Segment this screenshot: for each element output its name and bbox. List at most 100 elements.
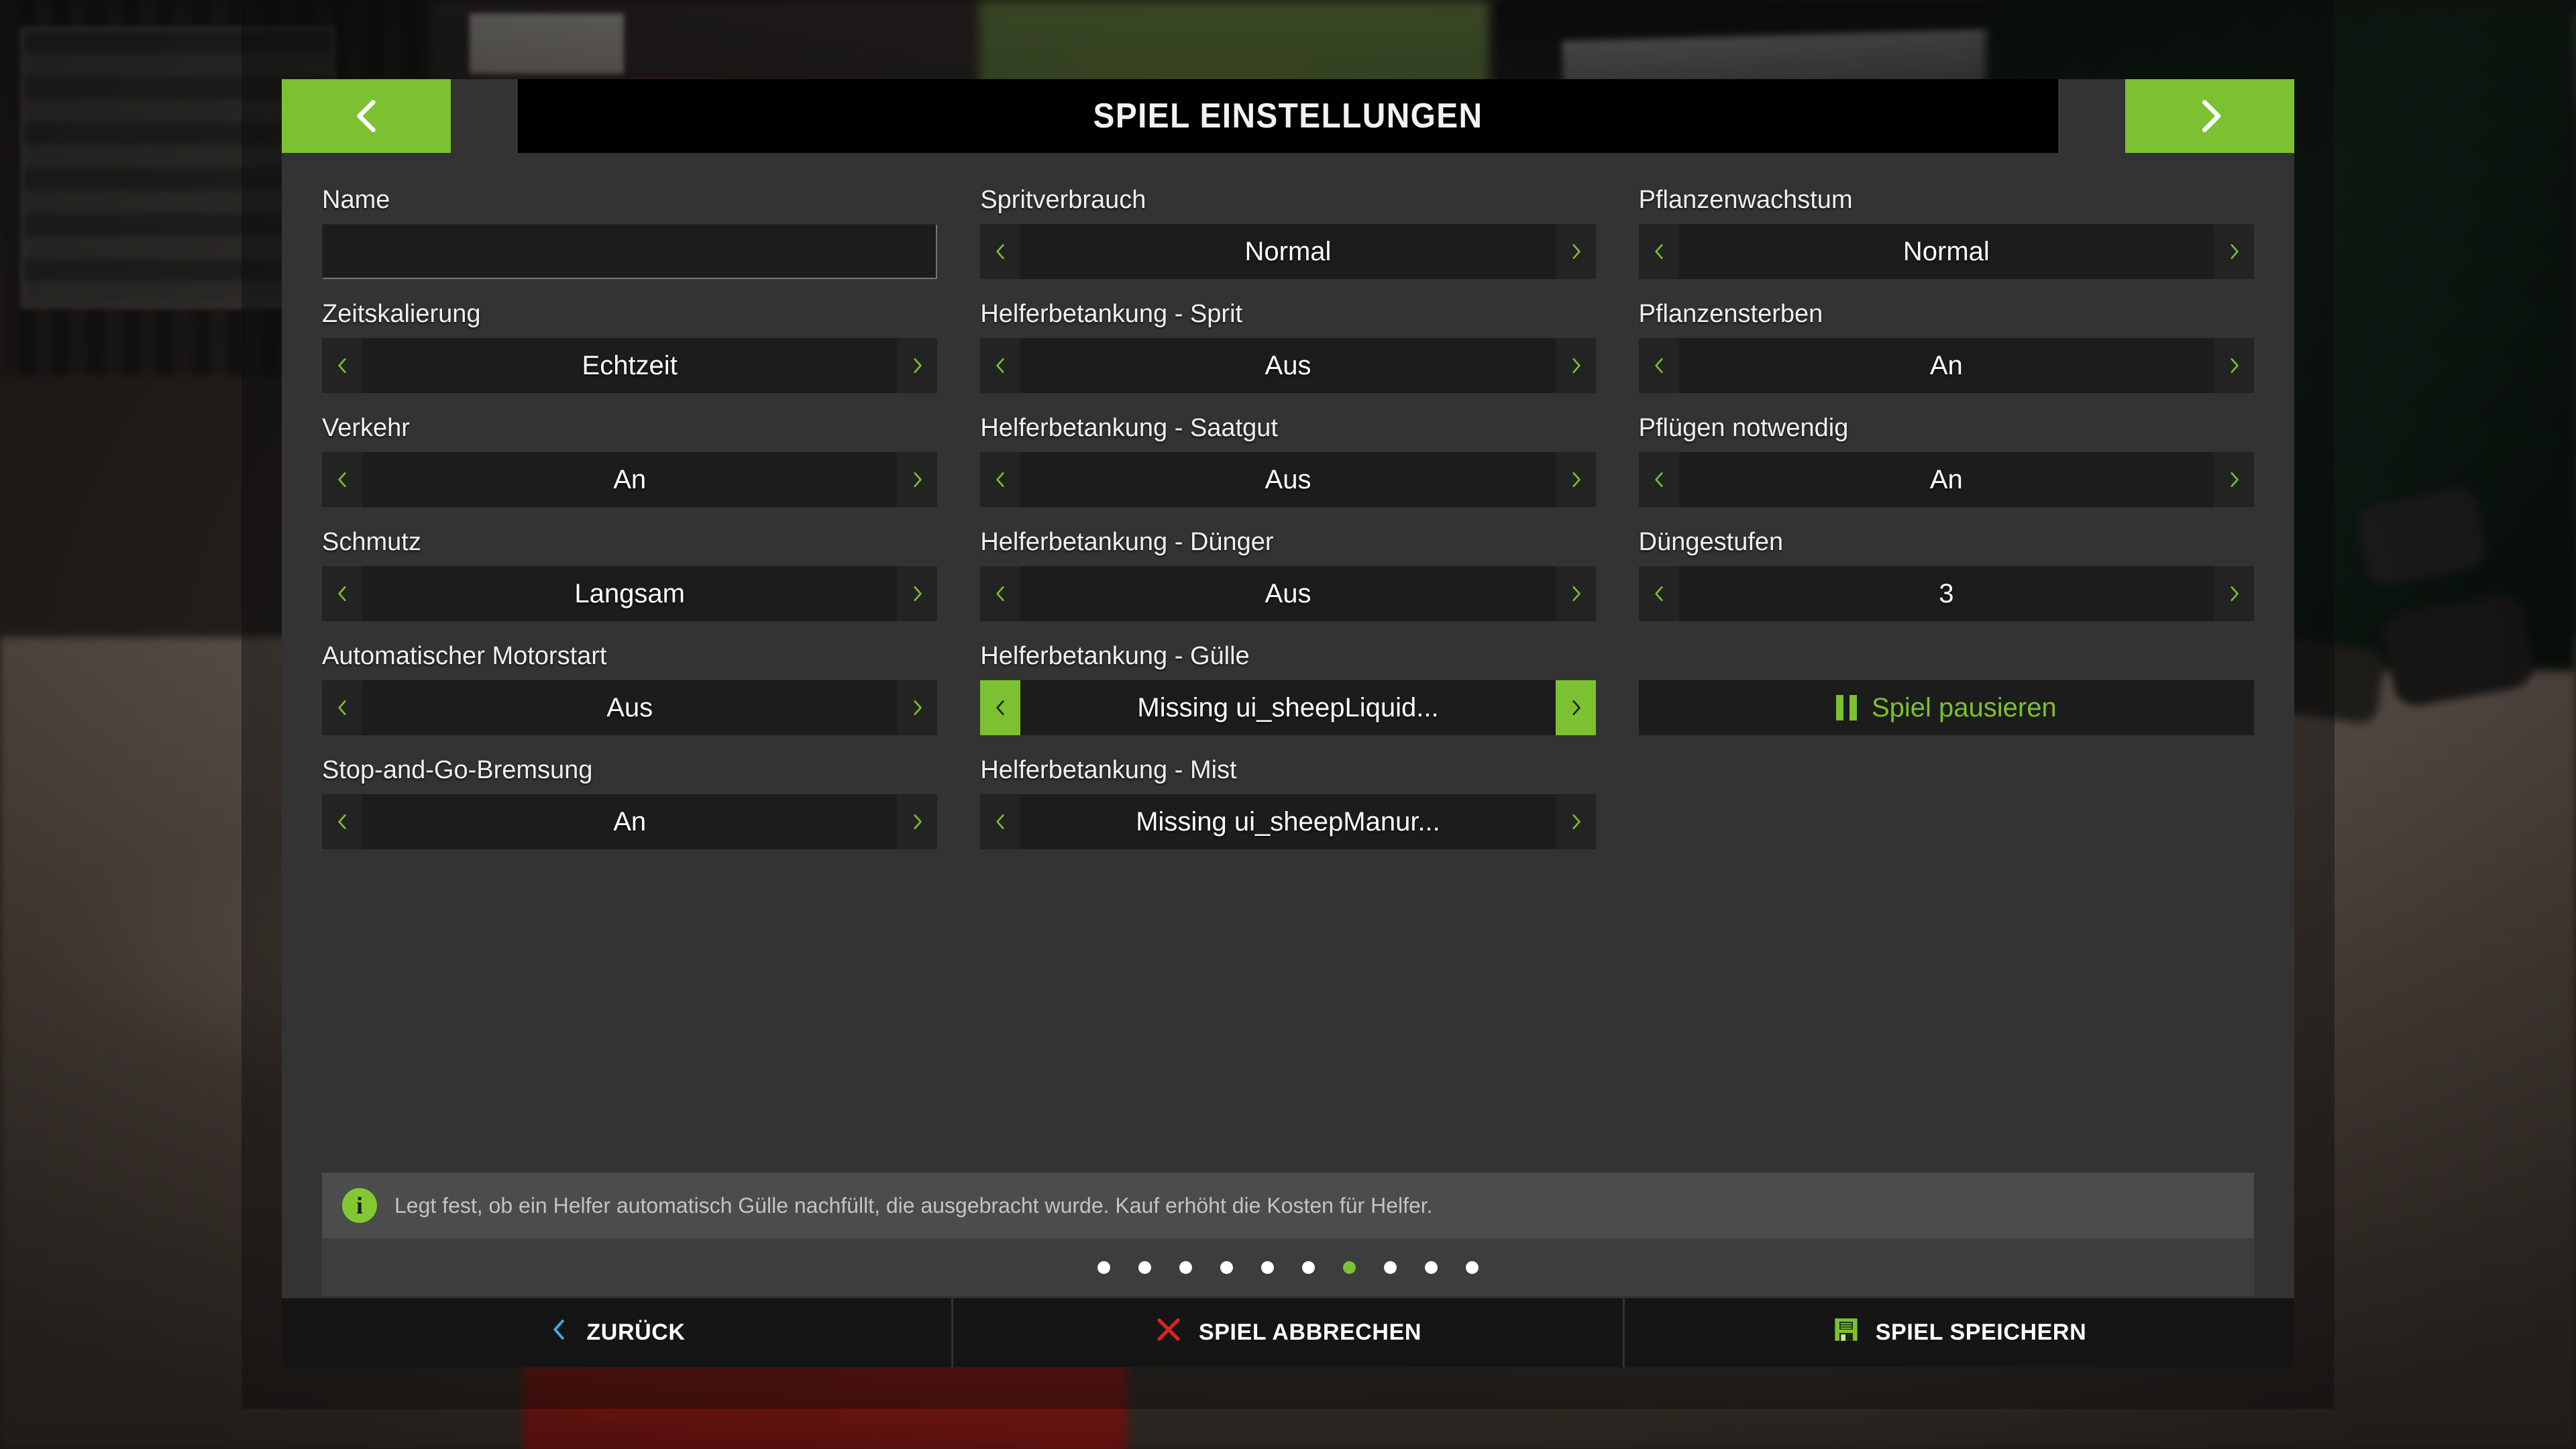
chevron-right-icon: [1572, 700, 1580, 716]
option-next-button[interactable]: [1555, 338, 1596, 393]
dialog-header: SPIEL EINSTELLUNGEN: [282, 79, 2294, 153]
option-next-button[interactable]: [2213, 224, 2254, 279]
chevron-right-icon: [914, 586, 922, 602]
option-next-button[interactable]: [1555, 566, 1596, 621]
setting-spritverbrauch: Spritverbrauch Normal: [980, 182, 1596, 279]
option-row: Aus: [980, 566, 1596, 621]
option-prev-button[interactable]: [980, 566, 1021, 621]
option-row: An: [1638, 452, 2254, 507]
floppy-disk-icon: [1833, 1316, 1860, 1349]
option-next-button[interactable]: [2213, 566, 2254, 621]
page-dot[interactable]: [1179, 1260, 1192, 1274]
settings-column-1: Name Zeitskalierung Echtzeit Verkehr An …: [322, 182, 938, 1173]
option-prev-button[interactable]: [1638, 224, 1679, 279]
option-next-button[interactable]: [1555, 794, 1596, 849]
page-dot[interactable]: [1384, 1260, 1397, 1274]
page-dot[interactable]: [1220, 1260, 1233, 1274]
option-prev-button[interactable]: [322, 452, 362, 507]
option-row: Aus: [980, 338, 1596, 393]
page-dot-active[interactable]: [1343, 1260, 1356, 1274]
setting-duengestufen: Düngestufen 3: [1638, 525, 2254, 621]
chevron-right-icon: [2231, 586, 2239, 602]
settings-column-2: Spritverbrauch Normal Helferbetankung - …: [980, 182, 1596, 1173]
setting-label: Pflanzensterben: [1638, 300, 1823, 328]
save-game-button[interactable]: SPIEL SPEICHERN: [1625, 1298, 2294, 1367]
settings-columns: Name Zeitskalierung Echtzeit Verkehr An …: [282, 153, 2294, 1173]
option-prev-button[interactable]: [1638, 338, 1679, 393]
option-row: Aus: [322, 680, 938, 735]
info-text: Legt fest, ob ein Helfer automatisch Gül…: [394, 1193, 1433, 1218]
setting-label: Stop-and-Go-Bremsung: [322, 756, 593, 784]
page-indicator: [322, 1238, 2254, 1296]
header-prev-page-button[interactable]: [282, 79, 451, 153]
option-prev-button[interactable]: [322, 338, 362, 393]
chevron-left-icon: [996, 814, 1004, 830]
option-next-button[interactable]: [2213, 452, 2254, 507]
option-prev-button[interactable]: [980, 224, 1021, 279]
dialog-footer: ZURÜCK SPIEL ABBRECHEN SPIEL SPEICHERN: [282, 1296, 2294, 1367]
setting-verkehr: Verkehr An: [322, 411, 938, 507]
option-next-button[interactable]: [897, 452, 938, 507]
option-next-button[interactable]: [897, 680, 938, 735]
chevron-left-icon: [1655, 244, 1663, 260]
option-value: An: [1678, 338, 2214, 393]
option-value: Echtzeit: [362, 338, 898, 393]
setting-label: Verkehr: [322, 414, 410, 442]
chevron-left-icon: [996, 472, 1004, 488]
option-prev-button[interactable]: [1638, 566, 1679, 621]
option-next-button[interactable]: [2213, 338, 2254, 393]
option-prev-button[interactable]: [1638, 452, 1679, 507]
option-next-button[interactable]: [897, 338, 938, 393]
info-bar: i Legt fest, ob ein Helfer automatisch G…: [322, 1173, 2254, 1238]
page-dot[interactable]: [1097, 1260, 1110, 1274]
chevron-left-icon: [1655, 358, 1663, 374]
option-prev-button[interactable]: [322, 794, 362, 849]
header-next-page-button[interactable]: [2125, 79, 2294, 153]
chevron-left-icon: [996, 244, 1004, 260]
option-next-button[interactable]: [897, 566, 938, 621]
chevron-right-icon: [1572, 244, 1580, 260]
option-row: Aus: [980, 452, 1596, 507]
pause-game-button[interactable]: Spiel pausieren: [1638, 680, 2254, 735]
option-row-focused: Missing ui_sheepLiquid...: [980, 680, 1596, 735]
back-button-label: ZURÜCK: [586, 1320, 686, 1345]
pause-game-label: Spiel pausieren: [1871, 692, 2057, 722]
setting-schmutz: Schmutz Langsam: [322, 525, 938, 621]
name-input[interactable]: [322, 224, 938, 279]
option-prev-button[interactable]: [322, 680, 362, 735]
chevron-right-icon: [2231, 358, 2239, 374]
back-button[interactable]: ZURÜCK: [282, 1298, 951, 1367]
option-next-button[interactable]: [897, 794, 938, 849]
setting-automatischer-motorstart: Automatischer Motorstart Aus: [322, 639, 938, 735]
page-dot[interactable]: [1261, 1260, 1274, 1274]
option-prev-button[interactable]: [980, 338, 1021, 393]
chevron-right-icon: [1572, 358, 1580, 374]
option-row: Langsam: [322, 566, 938, 621]
option-value: 3: [1678, 566, 2214, 621]
cancel-game-button[interactable]: SPIEL ABBRECHEN: [953, 1298, 1623, 1367]
option-next-button[interactable]: [1555, 680, 1596, 735]
option-prev-button[interactable]: [980, 680, 1021, 735]
chevron-right-icon: [914, 472, 922, 488]
chevron-left-icon: [338, 358, 346, 374]
chevron-right-icon: [914, 700, 922, 716]
option-next-button[interactable]: [1555, 224, 1596, 279]
dialog-title: SPIEL EINSTELLUNGEN: [517, 79, 2059, 153]
setting-helferbetankung-duenger: Helferbetankung - Dünger Aus: [980, 525, 1596, 621]
option-prev-button[interactable]: [980, 452, 1021, 507]
option-row: Missing ui_sheepManur...: [980, 794, 1596, 849]
page-dot[interactable]: [1138, 1260, 1151, 1274]
chevron-left-icon: [338, 700, 346, 716]
option-row: Echtzeit: [322, 338, 938, 393]
option-next-button[interactable]: [1555, 452, 1596, 507]
page-dot[interactable]: [1425, 1260, 1438, 1274]
setting-zeitskalierung: Zeitskalierung Echtzeit: [322, 297, 938, 393]
option-prev-button[interactable]: [322, 566, 362, 621]
page-dot[interactable]: [1466, 1260, 1479, 1274]
page-dot[interactable]: [1302, 1260, 1315, 1274]
info-icon: i: [342, 1188, 377, 1223]
option-value: An: [362, 794, 898, 849]
option-prev-button[interactable]: [980, 794, 1021, 849]
option-row: Normal: [1638, 224, 2254, 279]
setting-pflanzenwachstum: Pflanzenwachstum Normal: [1638, 182, 2254, 279]
